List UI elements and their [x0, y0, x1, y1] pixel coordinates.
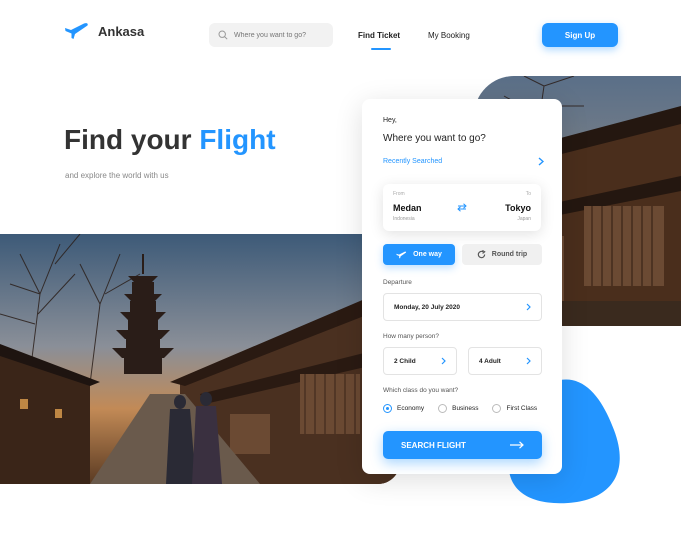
route-selector[interactable]: From To Medan Tokyo Indonesia Japan	[383, 184, 541, 231]
plane-icon	[396, 251, 407, 258]
card-greeting: Hey,	[383, 117, 397, 124]
route-from-city[interactable]: Medan	[393, 203, 422, 213]
class-economy-option[interactable]: Economy	[383, 404, 424, 413]
chevron-right-icon	[526, 303, 531, 311]
search-flight-button[interactable]: SEARCH FLIGHT	[383, 431, 542, 459]
radio-unchecked[interactable]	[492, 404, 502, 413]
one-way-button[interactable]: One way	[383, 244, 455, 265]
class-radio-group: Economy Business First Class	[383, 404, 551, 413]
departure-date-value: Monday, 20 July 2020	[394, 303, 460, 311]
adult-count-field[interactable]: 4 Adult	[468, 347, 542, 375]
arrow-right-icon	[510, 441, 524, 449]
radio-checked[interactable]	[383, 404, 392, 413]
departure-label: Departure	[383, 279, 412, 286]
refresh-icon	[477, 250, 486, 259]
search-flight-label: SEARCH FLIGHT	[401, 440, 466, 450]
round-trip-label: Round trip	[491, 251, 528, 258]
class-business-label: Business	[452, 405, 479, 412]
route-to-country: Japan	[517, 216, 531, 222]
class-first-option[interactable]: First Class	[492, 404, 537, 413]
persons-label: How many person?	[383, 333, 439, 340]
class-label: Which class do you want?	[383, 387, 459, 394]
departure-date-field[interactable]: Monday, 20 July 2020	[383, 293, 542, 321]
chevron-right-icon	[441, 357, 446, 365]
route-from-country: Indonesia	[393, 216, 415, 222]
class-business-option[interactable]: Business	[438, 404, 478, 413]
chevron-right-icon	[526, 357, 531, 365]
route-to-city[interactable]: Tokyo	[505, 203, 531, 213]
child-count-field[interactable]: 2 Child	[383, 347, 457, 375]
class-first-label: First Class	[506, 405, 538, 412]
recently-searched-link[interactable]: Recently Searched	[383, 158, 442, 165]
class-economy-label: Economy	[397, 405, 425, 412]
chevron-right-icon[interactable]	[538, 157, 544, 166]
swap-icon[interactable]	[457, 203, 467, 212]
child-count-value: 2 Child	[394, 357, 416, 365]
decorative-blob	[508, 379, 620, 504]
adult-count-value: 4 Adult	[479, 357, 501, 365]
round-trip-button[interactable]: Round trip	[462, 244, 542, 265]
route-from-label: From	[393, 191, 405, 197]
booking-card: Hey, Where you want to go? Recently Sear…	[362, 99, 562, 474]
route-to-label: To	[525, 191, 531, 197]
one-way-label: One way	[413, 251, 442, 258]
radio-unchecked[interactable]	[438, 404, 448, 413]
card-question: Where you want to go?	[383, 133, 486, 144]
